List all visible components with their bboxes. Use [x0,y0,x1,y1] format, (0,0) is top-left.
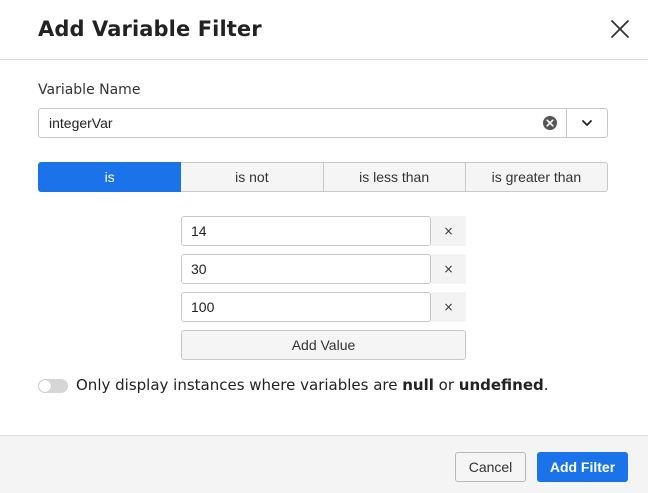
operator-is[interactable]: is [38,162,182,192]
value-input-1[interactable] [181,216,431,246]
close-button[interactable] [606,15,634,43]
variable-name-input[interactable] [39,109,566,137]
remove-value-button-3[interactable]: × [431,292,466,322]
dialog-title: Add Variable Filter [38,17,262,41]
operator-is-less-than[interactable]: is less than [323,162,466,192]
add-filter-button[interactable]: Add Filter [537,452,628,482]
value-row: × [181,292,466,322]
remove-x-icon: × [443,262,454,276]
variable-dropdown-button[interactable] [567,109,607,137]
value-row: × [181,254,466,284]
dialog-header: Add Variable Filter [0,0,648,60]
clear-circle-icon[interactable] [542,115,558,131]
remove-value-button-1[interactable]: × [431,216,466,246]
operator-is-greater-than[interactable]: is greater than [465,162,608,192]
add-variable-filter-dialog: Add Variable Filter Variable Name is is [0,0,648,493]
close-icon [611,20,629,38]
values-list: × × × [181,216,466,330]
dialog-footer: Cancel Add Filter [0,435,648,493]
null-undefined-toggle[interactable] [38,379,68,393]
remove-x-icon: × [443,224,454,238]
operator-is-not[interactable]: is not [181,162,324,192]
add-value-button[interactable]: Add Value [181,330,466,360]
variable-name-combobox [38,108,608,138]
remove-value-button-2[interactable]: × [431,254,466,284]
value-row: × [181,216,466,246]
variable-name-label: Variable Name [38,82,141,98]
chevron-down-icon [582,120,592,126]
operator-segmented-control: is is not is less than is greater than [38,162,608,192]
remove-x-icon: × [443,300,454,314]
cancel-button[interactable]: Cancel [455,452,526,482]
toggle-knob [39,380,51,392]
toggle-label: Only display instances where variables a… [76,376,549,394]
value-input-3[interactable] [181,292,431,322]
value-input-2[interactable] [181,254,431,284]
